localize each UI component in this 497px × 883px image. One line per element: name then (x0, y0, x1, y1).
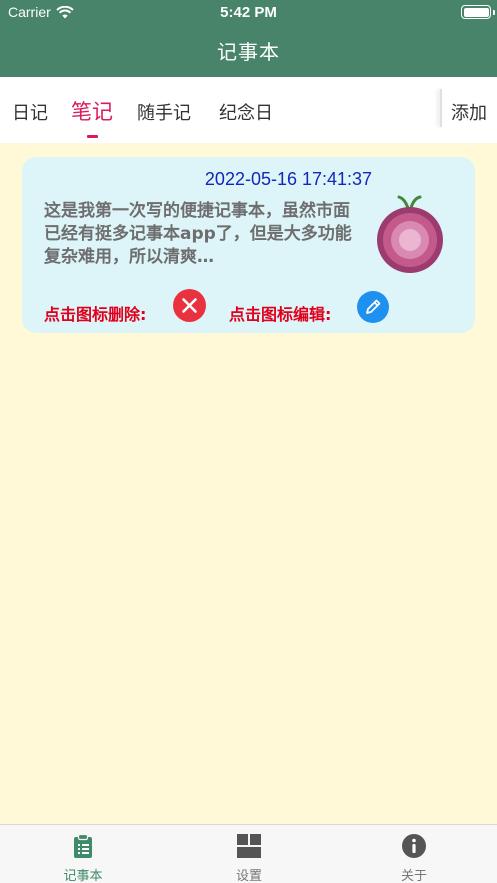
info-icon (402, 834, 426, 858)
tab-diary[interactable]: 日记 (12, 99, 48, 125)
battery-icon (461, 5, 495, 19)
add-button[interactable]: 添加 (451, 99, 487, 125)
edit-button[interactable] (357, 291, 389, 323)
onion-icon (377, 195, 443, 273)
pencil-icon (366, 299, 381, 314)
edit-hint: 点击图标编辑: (229, 305, 332, 324)
tab-jottings[interactable]: 随手记 (137, 99, 191, 125)
status-bar: Carrier 5:42 PM (0, 0, 497, 26)
delete-button[interactable] (173, 289, 206, 322)
bottom-tab-notebook[interactable]: 记事本 (0, 825, 166, 883)
tab-anniversary[interactable]: 纪念日 (219, 99, 273, 125)
bottom-tab-settings[interactable]: 设置 (166, 825, 332, 883)
bottom-tab-label: 关于 (400, 869, 427, 883)
note-card[interactable]: 2022-05-16 17:41:37 这是我第一次写的便捷记事本，虽然市面已经… (22, 157, 475, 333)
bottom-tab-label: 设置 (235, 869, 262, 883)
note-date: 2022-05-16 17:41:37 (204, 169, 373, 189)
clipboard-icon (74, 833, 92, 858)
bottom-tab-about[interactable]: 关于 (331, 825, 497, 883)
delete-hint: 点击图标删除: (44, 305, 147, 324)
tab-divider (440, 89, 442, 127)
page-title: 记事本 (217, 40, 280, 64)
tab-notes[interactable]: 笔记 (71, 96, 113, 126)
app-header: Carrier 5:42 PM 记事本 (0, 0, 497, 77)
status-time: 5:42 PM (220, 4, 277, 21)
bottom-tabbar: 记事本 设置 关于 (0, 824, 497, 883)
category-tabbar: 日记 笔记 随手记 纪念日 添加 (0, 77, 497, 143)
bottom-tab-label: 记事本 (63, 869, 103, 883)
grid-icon (237, 834, 261, 858)
note-preview: 这是我第一次写的便捷记事本，虽然市面已经有挺多记事本app了，但是大多功能复杂难… (44, 201, 352, 267)
active-tab-indicator (87, 135, 98, 138)
close-icon (182, 298, 197, 313)
note-list: 2022-05-16 17:41:37 这是我第一次写的便捷记事本，虽然市面已经… (0, 143, 497, 824)
